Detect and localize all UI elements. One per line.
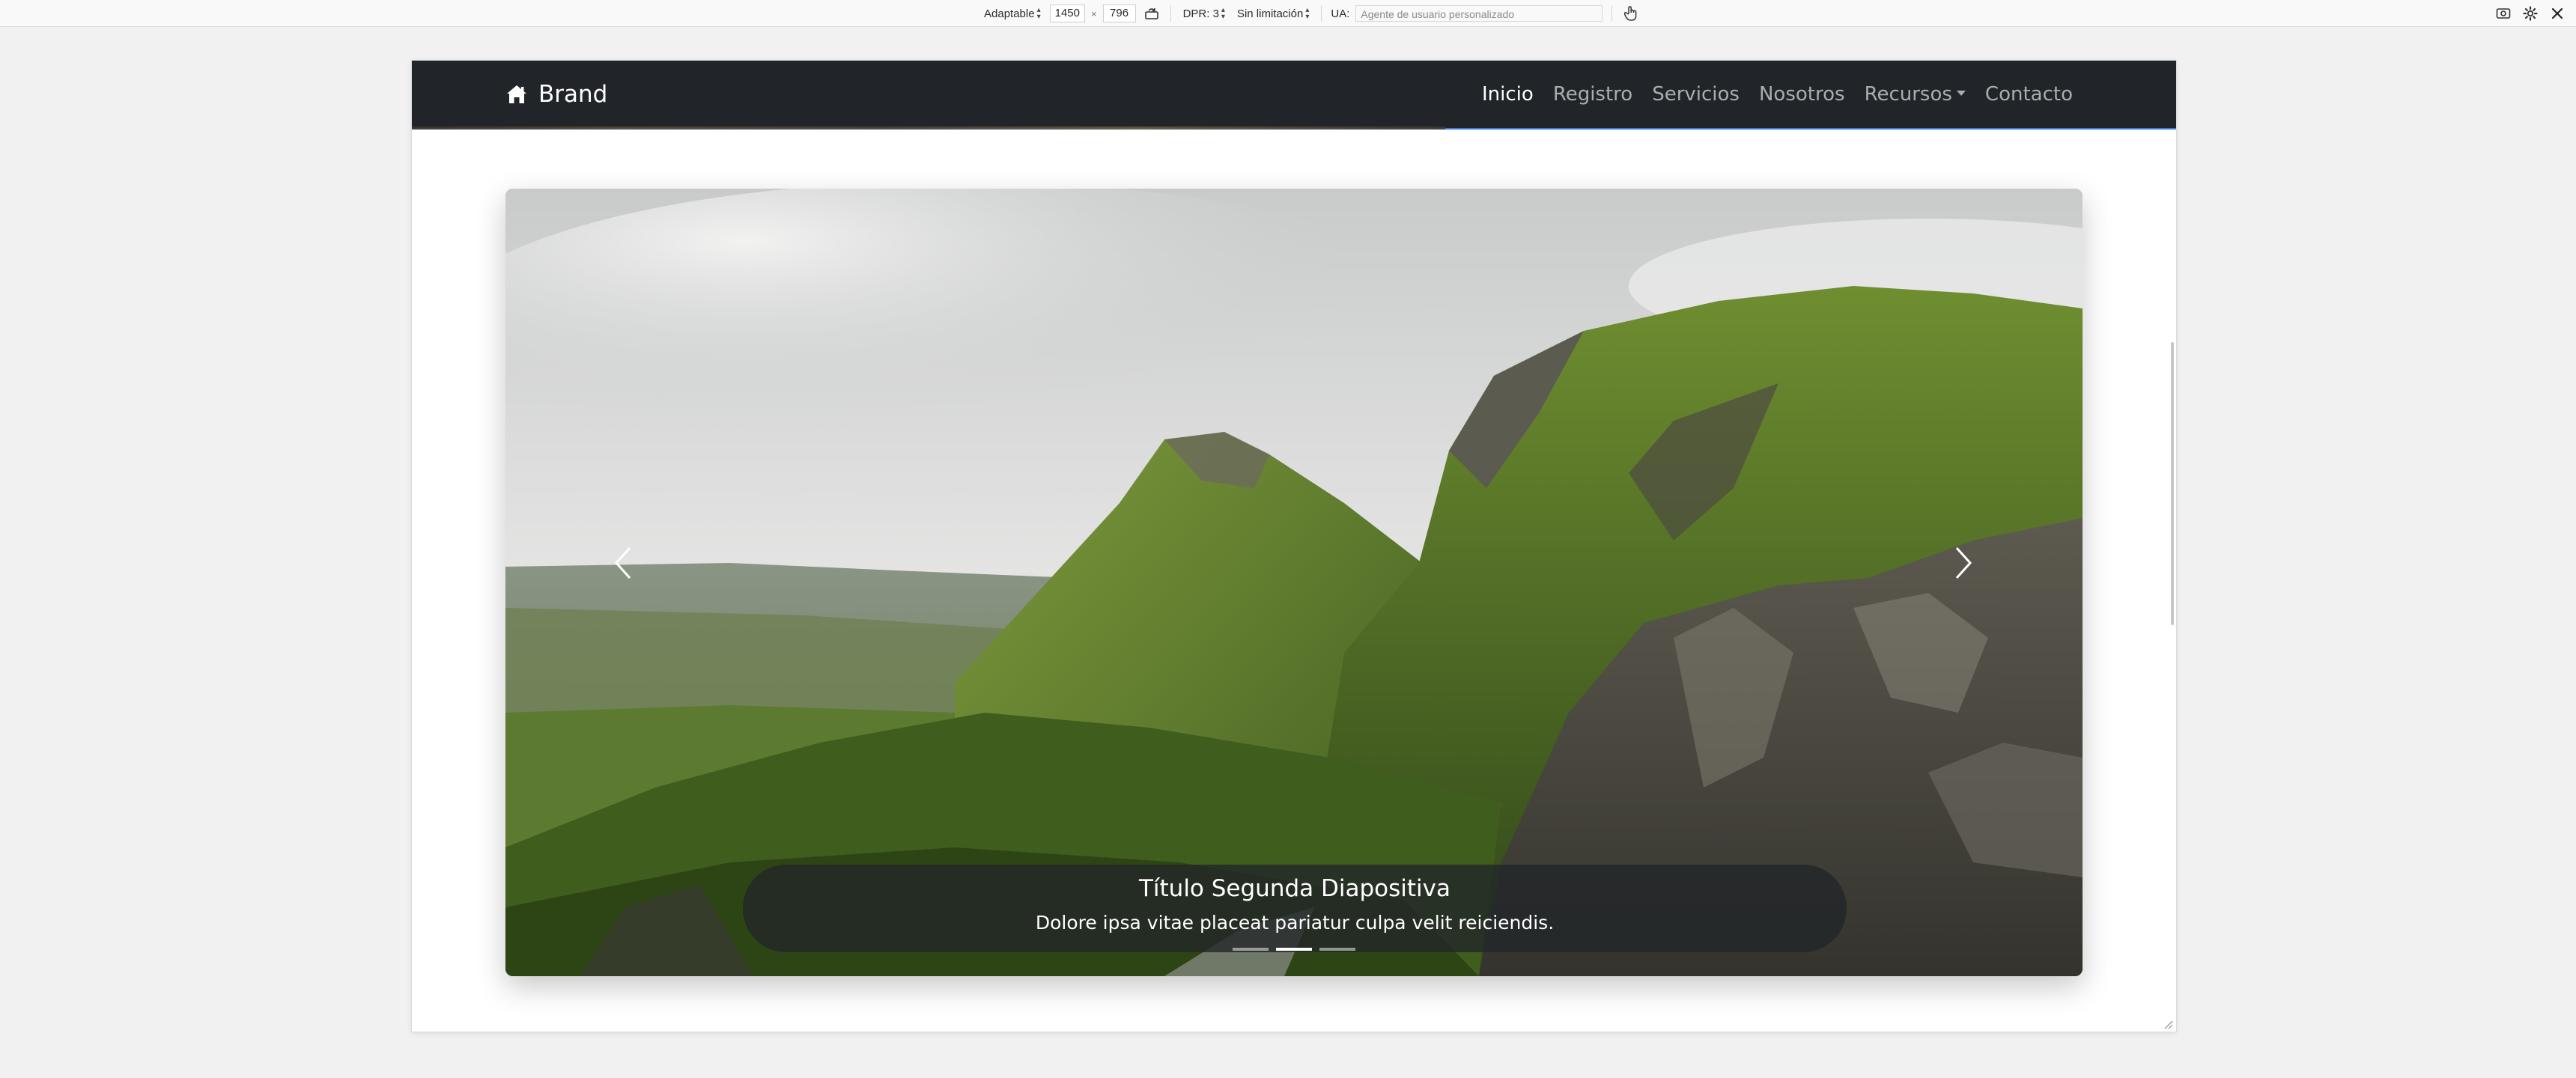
dpr-selector[interactable]: DPR: 3 ▴ ▾ — [1180, 6, 1228, 21]
updown-caret-icon: ▴ ▾ — [1305, 6, 1310, 21]
nav-link-contacto[interactable]: Contacto — [1985, 83, 2073, 106]
brand-link[interactable]: Brand — [505, 61, 607, 128]
viewport-scrollbar[interactable] — [2171, 342, 2174, 625]
dpr-label: DPR: 3 — [1182, 7, 1219, 20]
nav-dropdown-recursos[interactable]: Recursos — [1865, 83, 1966, 106]
nav-link-registro[interactable]: Registro — [1553, 83, 1632, 106]
user-agent-input[interactable]: Agente de usuario personalizado — [1355, 5, 1603, 22]
close-icon — [2551, 7, 2563, 19]
resize-handle-icon[interactable] — [2163, 1019, 2173, 1029]
carousel-next-button[interactable] — [1934, 533, 1994, 593]
image-carousel: Título Segunda Diapositiva Dolore ipsa v… — [505, 189, 2083, 976]
viewport-height-input[interactable]: 796 — [1102, 4, 1136, 22]
toolbar-divider — [1611, 5, 1613, 22]
updown-caret-icon: ▴ ▾ — [1221, 6, 1225, 21]
carousel-indicator-1[interactable] — [1233, 948, 1269, 951]
rotate-button[interactable] — [1142, 4, 1161, 23]
nav-link-servicios[interactable]: Servicios — [1652, 83, 1740, 106]
touch-icon — [1624, 6, 1637, 21]
throttle-selector[interactable]: Sin limitación ▴ ▾ — [1234, 6, 1312, 21]
nav-links: Inicio Registro Servicios Nosotros Recur… — [1482, 61, 2073, 128]
screenshot-icon — [2496, 8, 2511, 19]
carousel-indicator-3[interactable] — [1319, 948, 1355, 951]
settings-button[interactable] — [2521, 4, 2540, 23]
ua-label: UA: — [1331, 7, 1350, 20]
carousel-indicator-2[interactable] — [1276, 948, 1312, 951]
caret-down-icon — [1956, 91, 1966, 96]
device-label: Adaptable — [984, 7, 1035, 20]
carousel-caption: Título Segunda Diapositiva Dolore ipsa v… — [743, 865, 1847, 952]
carousel-indicators — [1233, 948, 1355, 951]
brand-name: Brand — [538, 81, 608, 108]
nav-link-inicio[interactable]: Inicio — [1482, 83, 1534, 106]
viewport-width-input[interactable]: 1450 — [1049, 4, 1085, 22]
device-selector[interactable]: Adaptable ▴ ▾ — [981, 6, 1044, 21]
rdm-right-controls — [2494, 4, 2567, 23]
toolbar-divider — [1170, 5, 1171, 22]
carousel-prev-button[interactable] — [592, 533, 652, 593]
chevron-right-icon — [1955, 546, 1972, 579]
rdm-controls: Adaptable ▴ ▾ 1450 × 796 DPR: 3 ▴ ▾ Sin li… — [981, 3, 1641, 24]
chevron-left-icon — [614, 546, 631, 579]
dimension-separator: × — [1090, 7, 1097, 19]
responsive-design-toolbar: Adaptable ▴ ▾ 1450 × 796 DPR: 3 ▴ ▾ Sin li… — [0, 0, 2576, 27]
throttle-label: Sin limitación — [1236, 7, 1304, 20]
touch-simulation-button[interactable] — [1621, 4, 1641, 23]
caption-text: Dolore ipsa vitae placeat pariatur culpa… — [1035, 912, 1555, 934]
caption-title: Título Segunda Diapositiva — [1138, 875, 1451, 902]
settings-icon — [2523, 6, 2538, 21]
slide-image — [505, 189, 2083, 976]
toolbar-divider — [1321, 5, 1322, 22]
rotate-icon — [1144, 8, 1158, 19]
close-rdm-button[interactable] — [2548, 4, 2567, 23]
home-icon — [507, 85, 526, 103]
nav-link-nosotros[interactable]: Nosotros — [1759, 83, 1845, 106]
updown-caret-icon: ▴ ▾ — [1036, 6, 1041, 21]
screenshot-button[interactable] — [2494, 4, 2513, 23]
nav-dropdown-label: Recursos — [1864, 83, 1952, 106]
navbar: Brand Inicio Registro Servicios Nosotros… — [412, 61, 2176, 130]
emulated-viewport: Brand Inicio Registro Servicios Nosotros… — [412, 61, 2176, 1032]
